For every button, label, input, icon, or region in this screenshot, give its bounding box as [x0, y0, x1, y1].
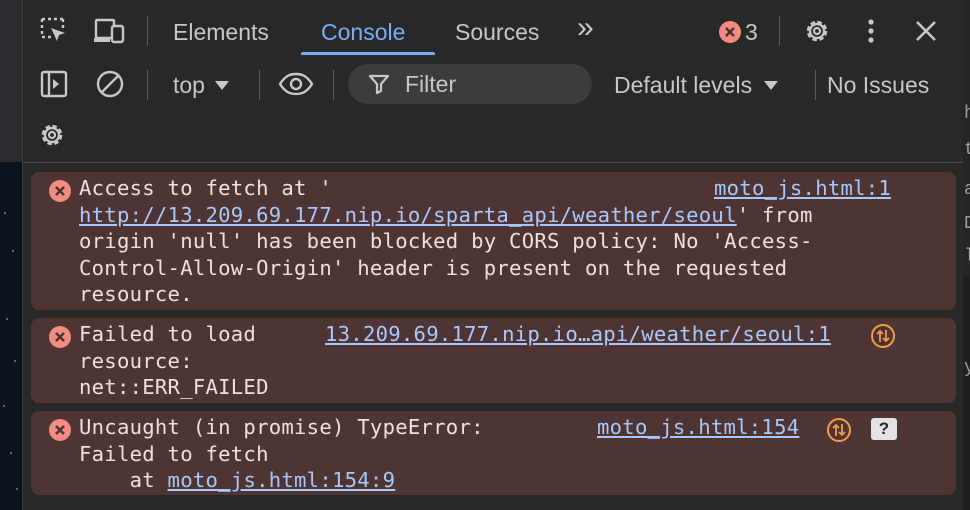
error-message-text: Uncaught (in promise) TypeError: Failed … [79, 415, 484, 492]
error-icon [719, 21, 741, 43]
more-vertical-icon[interactable] [859, 16, 883, 46]
chevron-down-icon [214, 80, 229, 90]
devtools-tab-bar: Elements Console Sources » 3 [23, 0, 963, 59]
source-link[interactable]: moto_js.html:1 [714, 175, 891, 202]
eye-icon[interactable] [277, 68, 315, 100]
console-settings-gear-icon[interactable] [35, 118, 69, 152]
network-request-icon[interactable] [827, 418, 851, 442]
error-url-link[interactable]: http://13.209.69.177.nip.io/sparta_api/w… [79, 203, 737, 227]
source-link[interactable]: 13.209.69.177.nip.io…api/weather/seoul:1 [325, 321, 831, 348]
devtools-panel: Elements Console Sources » 3 top Filter … [22, 0, 963, 510]
page-background-edge [0, 0, 22, 510]
more-tabs-button[interactable]: » [577, 13, 594, 43]
active-tab-indicator [301, 52, 435, 55]
error-message-text: Failed to load resource: net::ERR_FAILED [79, 322, 269, 399]
console-error-message: Failed to load resource: net::ERR_FAILED… [31, 318, 956, 403]
stack-trace-link[interactable]: moto_js.html:154:9 [168, 468, 396, 492]
console-error-message: Uncaught (in promise) TypeError: Failed … [31, 411, 956, 495]
device-toolbar-icon[interactable] [91, 14, 127, 48]
chevron-down-icon [764, 80, 779, 90]
context-selector[interactable]: top [173, 71, 229, 99]
error-icon [49, 326, 71, 348]
log-levels-label: Default levels [614, 72, 753, 98]
error-message-text: Access to fetch at ' http://13.209.69.17… [79, 176, 813, 306]
page-content-edge: h t a D l y [962, 0, 970, 510]
filter-input[interactable]: Filter [348, 64, 592, 104]
filter-icon [368, 74, 390, 95]
clear-console-icon[interactable] [93, 68, 127, 100]
error-count: 3 [745, 18, 758, 45]
close-icon[interactable] [911, 16, 941, 46]
tab-elements[interactable]: Elements [173, 18, 269, 46]
issues-button[interactable]: No Issues [827, 71, 929, 99]
console-toolbar: top Filter Default levels No Issues [23, 58, 963, 163]
error-count-badge[interactable]: 3 [719, 19, 758, 45]
console-error-message: Access to fetch at ' http://13.209.69.17… [31, 172, 956, 310]
sidebar-toggle-icon[interactable] [37, 68, 71, 100]
filter-placeholder: Filter [405, 71, 457, 97]
network-request-icon[interactable] [871, 324, 895, 348]
tab-console[interactable]: Console [321, 18, 405, 46]
source-link[interactable]: moto_js.html:154 [597, 414, 799, 441]
context-label: top [173, 72, 205, 98]
error-icon [49, 419, 71, 441]
help-icon[interactable]: ? [871, 418, 897, 440]
log-levels-dropdown[interactable]: Default levels [614, 71, 779, 99]
error-icon [49, 180, 71, 202]
inspect-element-icon[interactable] [37, 14, 71, 48]
settings-gear-icon[interactable] [801, 16, 833, 46]
tab-sources[interactable]: Sources [455, 18, 539, 46]
